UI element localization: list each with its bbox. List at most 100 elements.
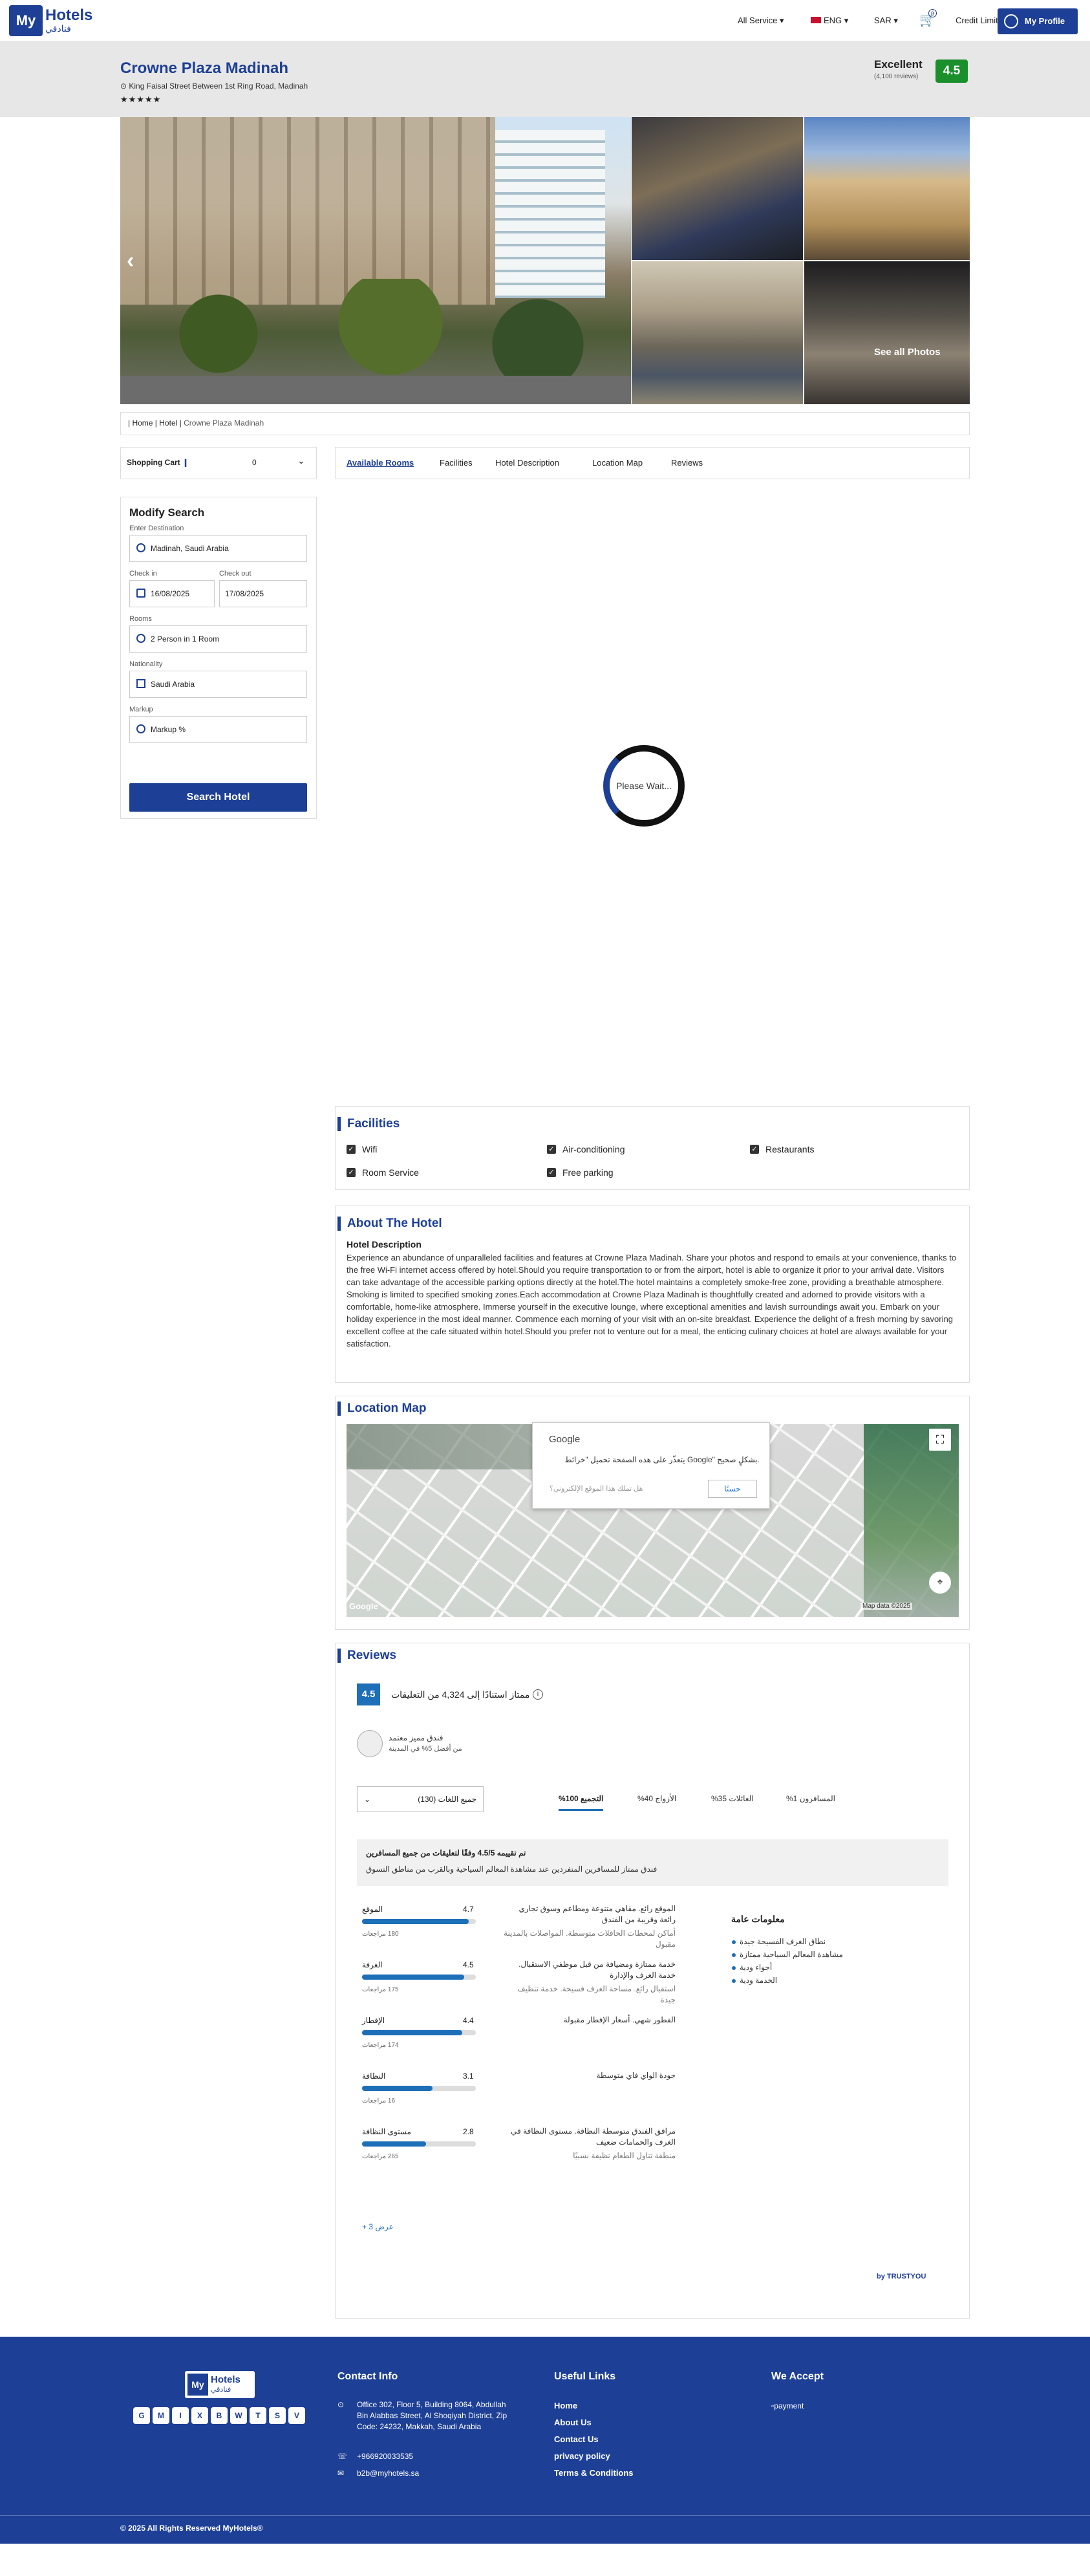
tab-facilities[interactable]: Facilities: [440, 458, 473, 468]
general-info-item: نطاق الغرف الفسيحة جيدة: [732, 1937, 826, 1946]
useful-links-title: Useful Links: [554, 2371, 616, 2382]
viber-icon[interactable]: V: [288, 2407, 305, 2424]
messenger-icon[interactable]: M: [153, 2407, 169, 2424]
footer-link-contact[interactable]: Contact Us: [554, 2434, 599, 2444]
my-location-icon[interactable]: ⌖: [929, 1572, 951, 1594]
payment-image: ▫payment: [771, 2401, 804, 2410]
show-more-link[interactable]: + 3 عرض: [362, 2222, 394, 2231]
review-tab-solo[interactable]: المسافرون 1%: [786, 1794, 835, 1803]
nationality-input[interactable]: Saudi Arabia: [129, 671, 307, 698]
footer-link-home[interactable]: Home: [554, 2401, 577, 2410]
general-info-title: معلومات عامة: [731, 1914, 785, 1924]
map-dialog-message: يتعذّر على هذه الصفحة تحميل "خرائط Googl…: [564, 1455, 760, 1464]
footer-email[interactable]: b2b@myhotels.sa: [357, 2468, 419, 2479]
map-dialog-owner-text: هل تملك هذا الموقع الإلكتروني؟: [550, 1485, 643, 1493]
breadcrumb-home[interactable]: Home: [132, 418, 153, 428]
facility-wifi: ✓ Wifi: [347, 1144, 377, 1154]
check-icon: ✓: [347, 1145, 356, 1154]
google-icon[interactable]: G: [133, 2407, 150, 2424]
footer-link-about[interactable]: About Us: [554, 2418, 592, 2427]
logo-mark: My: [9, 5, 43, 36]
chevron-down-icon[interactable]: ⌄: [297, 455, 305, 466]
markup-input[interactable]: Markup %: [129, 716, 307, 743]
category-description: جودة الواي فاي متوسطة: [596, 2071, 676, 2080]
hotel-name: Crowne Plaza Madinah: [120, 60, 289, 77]
footer-logo[interactable]: My Hotels فنادقي: [185, 2371, 255, 2398]
tab-hotel-description[interactable]: Hotel Description: [495, 458, 559, 468]
fullscreen-icon[interactable]: ⛶: [929, 1429, 951, 1451]
checkout-input[interactable]: 17/08/2025: [219, 580, 307, 607]
category-name: الغرفة: [362, 1960, 383, 1969]
category-description: مرافق الفندق متوسطة النظافة. مستوى النظا…: [511, 2127, 676, 2147]
map-data-attribution: Map data ©2025: [860, 1603, 913, 1610]
footer: [0, 2337, 1090, 2515]
snapchat-icon[interactable]: S: [269, 2407, 286, 2424]
review-tab-families[interactable]: العائلات 35%: [711, 1794, 754, 1803]
hotel-address: ⊙ King Faisal Street Between 1st Ring Ro…: [120, 81, 308, 91]
category-bar-fill: [362, 1919, 469, 1924]
review-tab-all[interactable]: التجميع 100%: [559, 1794, 604, 1811]
whatsapp-icon[interactable]: W: [230, 2407, 247, 2424]
checkin-label: Check in: [129, 570, 157, 578]
behance-icon[interactable]: B: [211, 2407, 228, 2424]
category-score: 4.7: [463, 1905, 474, 1914]
rooms-label: Rooms: [129, 615, 152, 623]
hotel-description-text: Experience an abundance of unparalleled …: [347, 1253, 957, 1348]
telegram-icon[interactable]: T: [250, 2407, 266, 2424]
facility-restaurants: ✓ Restaurants: [750, 1144, 814, 1154]
category-name: مستوى النظافة: [362, 2127, 411, 2136]
shopping-cart-label: Shopping Cart ❙: [127, 458, 189, 467]
hotel-tabs-bar: [335, 447, 970, 479]
breadcrumb-current: Crowne Plaza Madinah: [184, 418, 264, 428]
gallery-thumb-lounge[interactable]: [632, 261, 803, 404]
general-info-item: الخدمة ودية: [732, 1976, 777, 1985]
cart-icon[interactable]: 🛒 0: [919, 9, 937, 28]
footer-link-terms[interactable]: Terms & Conditions: [554, 2468, 634, 2478]
nav-all-service[interactable]: All Service ▾: [738, 16, 784, 26]
nav-currency[interactable]: SAR ▾: [874, 16, 898, 26]
gallery-thumb-lobby[interactable]: [632, 117, 803, 260]
x-icon[interactable]: X: [191, 2407, 208, 2424]
tab-available-rooms[interactable]: Available Rooms: [347, 458, 414, 468]
checkin-input[interactable]: 16/08/2025: [129, 580, 215, 607]
hotel-title-band: [0, 41, 1090, 117]
review-language-select[interactable]: ⌄ جميع اللغات (130): [357, 1786, 484, 1812]
category-name: الإفطار: [362, 2016, 385, 2025]
user-icon: [1004, 14, 1018, 28]
gallery-main-photo[interactable]: [120, 117, 631, 404]
footer-phone[interactable]: +966920033535: [357, 2451, 413, 2462]
gallery-thumb-restaurant[interactable]: [804, 261, 970, 404]
checkout-label: Check out: [219, 570, 251, 578]
facilities-title: Facilities: [337, 1117, 400, 1131]
search-hotel-button[interactable]: Search Hotel: [129, 783, 307, 812]
category-bar-fill: [362, 2086, 433, 2091]
rating-word: Excellent: [874, 58, 923, 70]
map-dialog-ok-button[interactable]: حسنًا: [708, 1480, 757, 1498]
check-icon: ✓: [547, 1145, 556, 1154]
footer-link-privacy[interactable]: privacy policy: [554, 2451, 610, 2461]
tab-reviews[interactable]: Reviews: [671, 458, 703, 468]
info-icon[interactable]: i: [533, 1689, 543, 1700]
myhotels-logo[interactable]: My Hotels فنادقي: [9, 5, 106, 36]
person-icon: [136, 634, 145, 643]
review-tab-couples[interactable]: الأزواج 40%: [637, 1794, 676, 1803]
category-description-negative: أماكن لمحطات الحافلات متوسطة. المواصلات …: [504, 1929, 676, 1949]
review-highlight-title: تم تقييمه 4.5/5 وفقًا لتعليقات من جميع ا…: [366, 1848, 526, 1857]
gallery-thumb-exterior[interactable]: [804, 117, 970, 260]
rating-review-count: (4,100 reviews): [874, 73, 919, 80]
instagram-icon[interactable]: I: [172, 2407, 189, 2424]
facility-air-conditioning: ✓ Air-conditioning: [547, 1144, 625, 1154]
breadcrumb-hotel[interactable]: Hotel: [159, 418, 177, 428]
destination-input[interactable]: Madinah, Saudi Arabia: [129, 535, 307, 562]
rooms-input[interactable]: 2 Person in 1 Room: [129, 625, 307, 653]
google-logo: Google: [349, 1601, 378, 1611]
my-profile-button[interactable]: My Profile: [998, 8, 1078, 34]
tab-location-map[interactable]: Location Map: [592, 458, 643, 468]
hotel-stars: ★★★★★: [120, 94, 162, 104]
nav-language[interactable]: ENG ▾: [811, 16, 848, 26]
category-description: خدمة ممتازة ومضيافة من قبل موظفي الاستقب…: [518, 1960, 676, 1980]
general-info-item: مشاهدة المعالم السياحية ممتازة: [732, 1950, 843, 1959]
gallery-prev-arrow-icon[interactable]: ‹: [127, 248, 134, 274]
see-all-photos-link[interactable]: See all Photos: [874, 347, 941, 358]
check-icon: ✓: [547, 1168, 556, 1177]
